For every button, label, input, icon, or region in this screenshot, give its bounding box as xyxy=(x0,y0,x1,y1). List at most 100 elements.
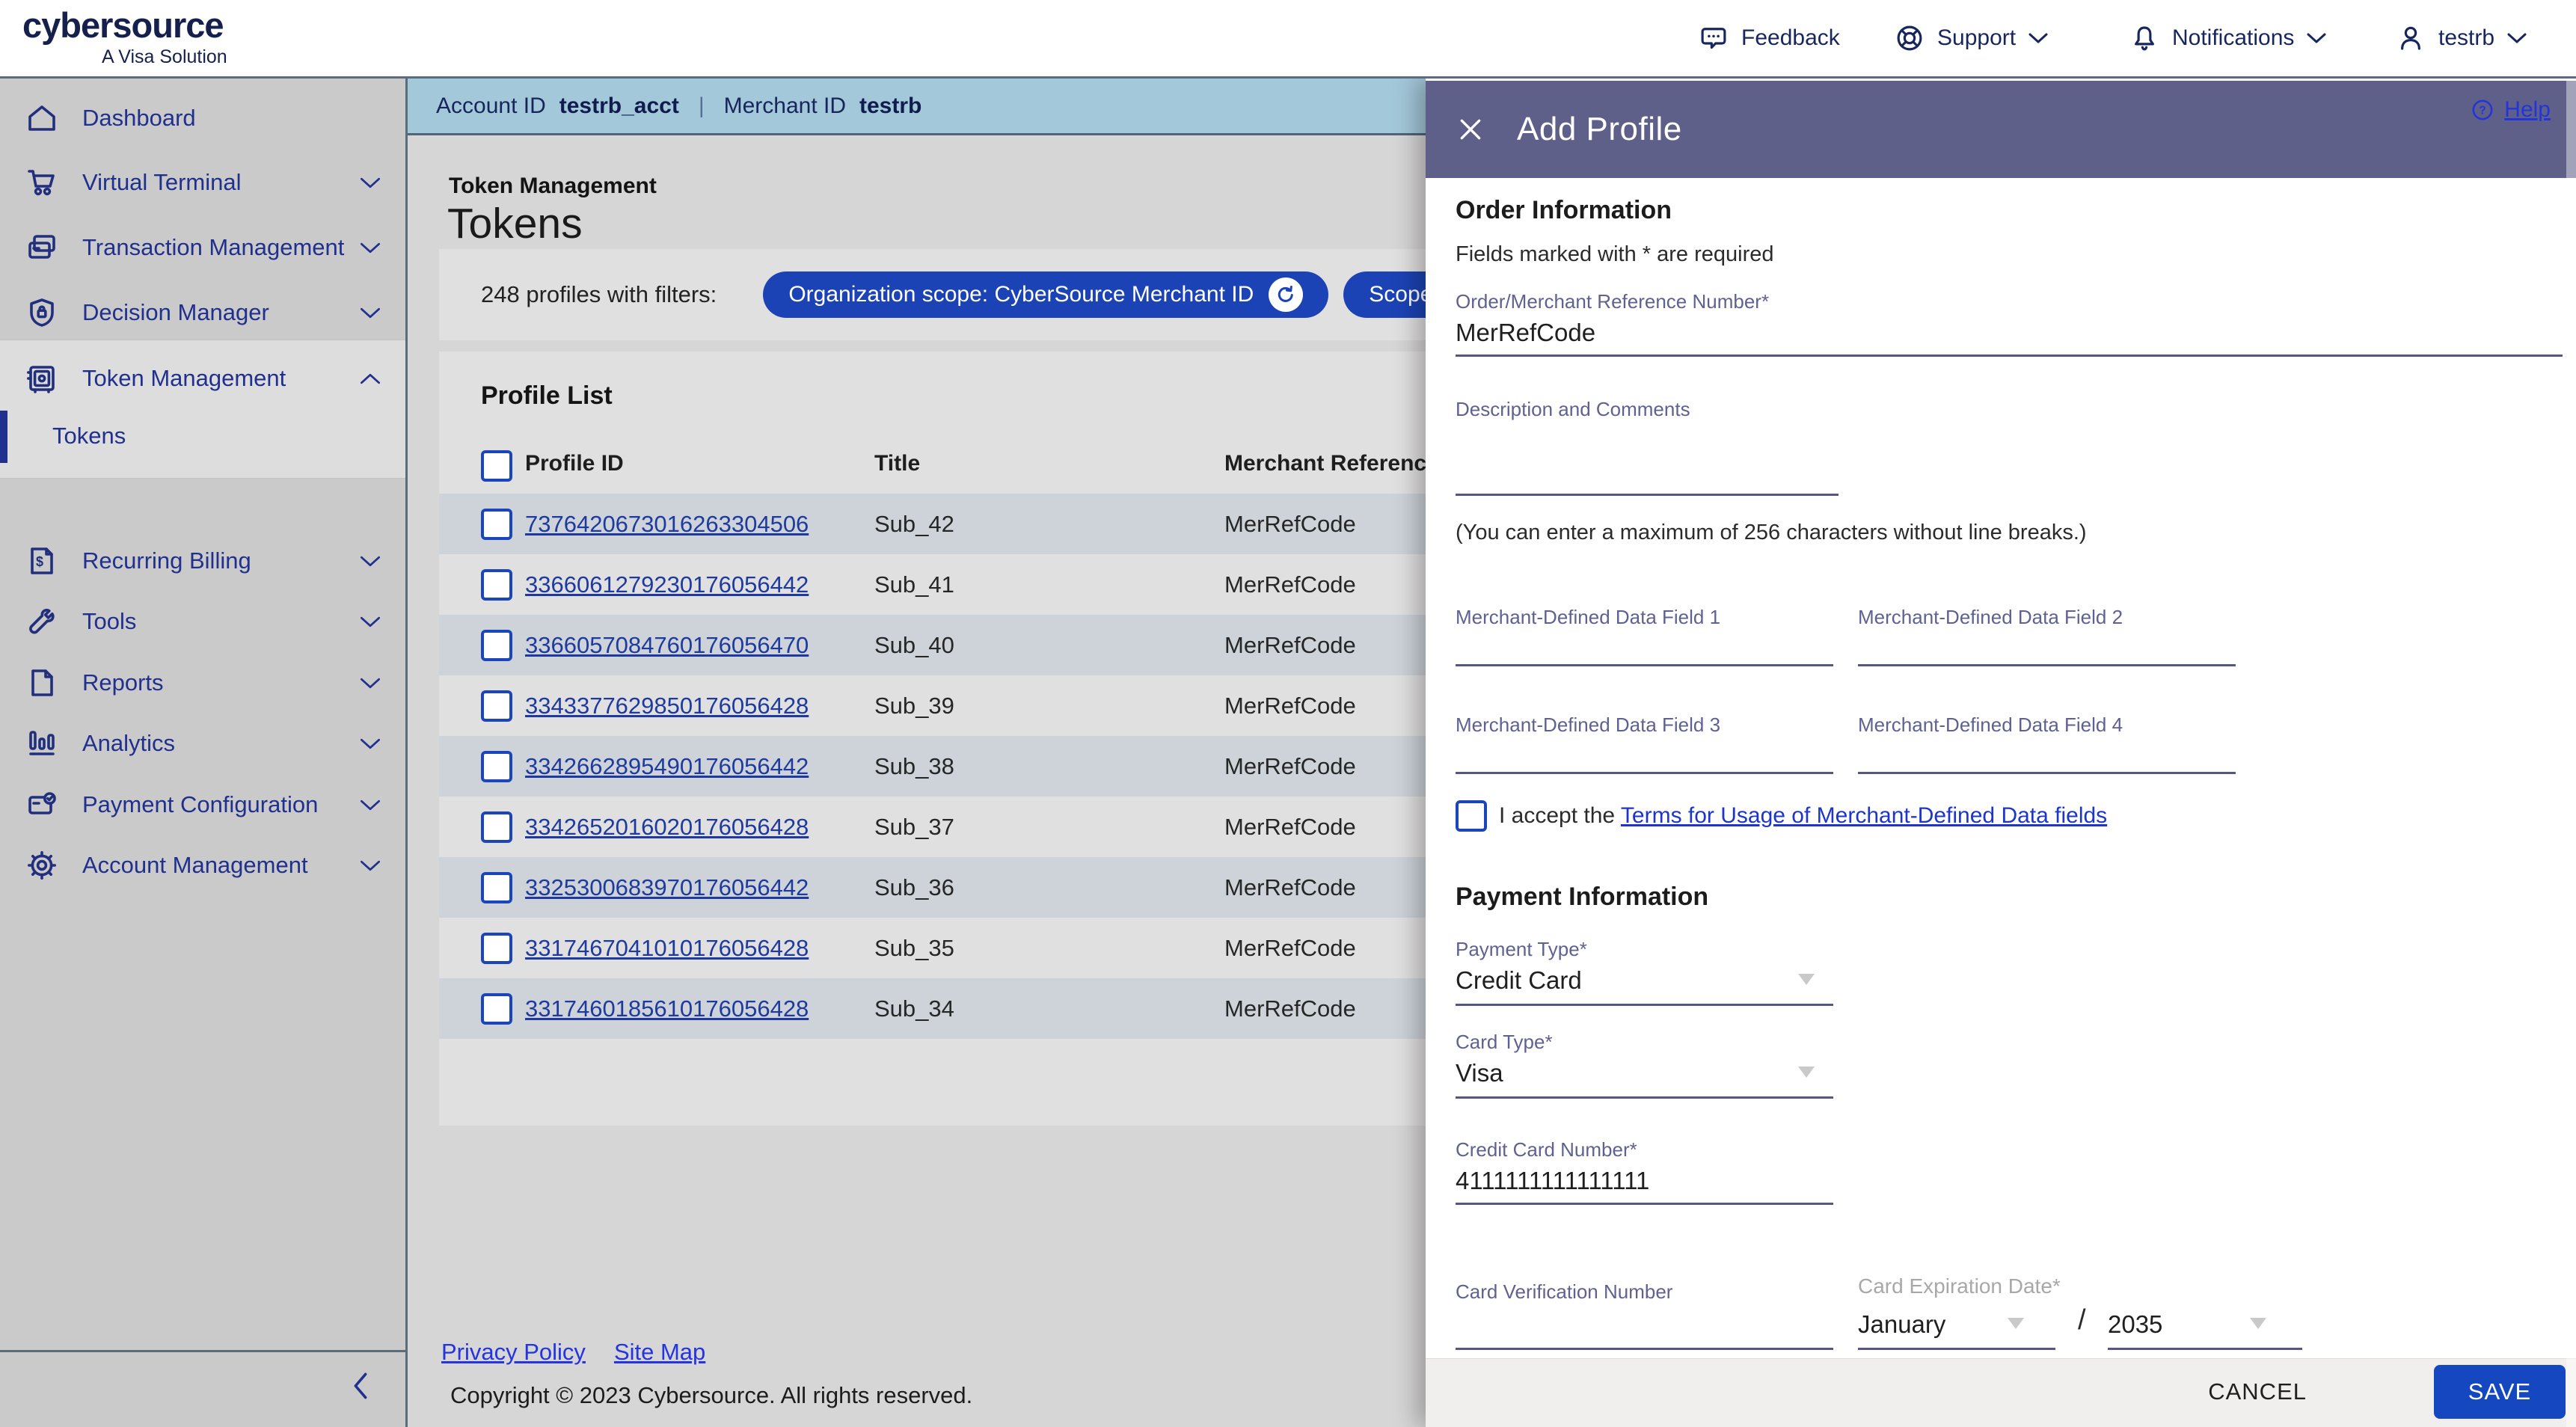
merchant-id-label: Merchant ID xyxy=(724,93,846,119)
user-avatar-icon xyxy=(2395,22,2426,54)
column-header-title[interactable]: Title xyxy=(874,451,920,476)
column-header-profile-id[interactable]: Profile ID xyxy=(525,451,624,476)
org-scope-filter-chip[interactable]: Organization scope: CyberSource Merchant… xyxy=(763,271,1328,318)
profile-title: Sub_34 xyxy=(874,995,954,1022)
profile-id-link[interactable]: 3317467041010176056428 xyxy=(525,935,809,962)
cancel-button[interactable]: CANCEL xyxy=(2208,1378,2307,1405)
sidebar-item-label: Recurring Billing xyxy=(82,547,251,574)
chevron-down-icon xyxy=(359,306,381,320)
sidebar-item-reports[interactable]: Reports xyxy=(0,650,405,716)
chevron-down-icon xyxy=(359,554,381,568)
privacy-policy-link[interactable]: Privacy Policy xyxy=(441,1339,586,1366)
drawer-scrollbar[interactable] xyxy=(2566,81,2576,1427)
merchant-ref-value: MerRefCode xyxy=(1224,511,1356,538)
svg-text:$: $ xyxy=(36,554,43,569)
help-label: Help xyxy=(2504,97,2551,123)
logo-tagline: A Visa Solution xyxy=(102,46,227,68)
profile-id-link[interactable]: 3317460185610176056428 xyxy=(525,995,809,1022)
card-type-underline xyxy=(1456,1067,1833,1099)
sidebar-item-analytics[interactable]: Analytics xyxy=(0,711,405,776)
row-checkbox[interactable] xyxy=(481,569,512,601)
order-information-heading: Order Information xyxy=(1456,196,1672,225)
sidebar-item-virtual-terminal[interactable]: Virtual Terminal xyxy=(0,150,405,215)
merchant-ref-value: MerRefCode xyxy=(1224,935,1356,962)
sidebar-item-decision-manager[interactable]: Decision Manager xyxy=(0,280,405,346)
description-input[interactable] xyxy=(1456,464,1839,496)
merchant-ref-value: MerRefCode xyxy=(1224,571,1356,598)
row-checkbox[interactable] xyxy=(481,690,512,722)
terms-checkbox[interactable] xyxy=(1456,800,1487,832)
wrench-icon xyxy=(24,604,60,639)
profile-id-link[interactable]: 3342662895490176056442 xyxy=(525,753,809,780)
sidebar-subitem-tokens[interactable]: Tokens xyxy=(0,403,405,469)
profile-title: Sub_38 xyxy=(874,753,954,780)
page-title: Tokens xyxy=(447,199,583,248)
profile-title: Sub_35 xyxy=(874,935,954,962)
mddf3-input[interactable] xyxy=(1456,742,1833,774)
profile-id-link[interactable]: 7376420673016263304506 xyxy=(525,511,809,538)
sidebar-item-payment-configuration[interactable]: Payment Configuration xyxy=(0,772,405,838)
save-button[interactable]: SAVE xyxy=(2434,1365,2566,1419)
support-menu[interactable]: Support xyxy=(1894,0,2049,76)
notifications-menu[interactable]: Notifications xyxy=(2129,0,2327,76)
close-icon[interactable] xyxy=(1456,114,1485,144)
description-note: (You can enter a maximum of 256 characte… xyxy=(1456,521,2087,545)
profile-title: Sub_42 xyxy=(874,511,954,538)
help-link[interactable]: ? Help xyxy=(2470,97,2551,123)
mddf2-input[interactable] xyxy=(1858,634,2236,666)
mddf2-label: Merchant-Defined Data Field 2 xyxy=(1858,606,2123,629)
profile-id-link[interactable]: 3343377629850176056428 xyxy=(525,693,809,719)
profile-id-link[interactable]: 3366057084760176056470 xyxy=(525,632,809,659)
sidebar-item-label: Token Management xyxy=(82,365,286,392)
chevron-up-icon xyxy=(359,372,381,386)
row-checkbox[interactable] xyxy=(481,933,512,964)
select-all-checkbox[interactable] xyxy=(481,450,512,482)
row-checkbox[interactable] xyxy=(481,509,512,540)
chevron-down-icon xyxy=(359,176,381,190)
merchant-ref-value: MerRefCode xyxy=(1224,874,1356,901)
sidebar-item-token-management[interactable]: Token Management xyxy=(0,346,405,411)
sidebar-item-transaction-management[interactable]: Transaction Management xyxy=(0,215,405,280)
chevron-left-icon xyxy=(349,1371,372,1401)
sidebar-item-tools[interactable]: Tools xyxy=(0,589,405,654)
mddf1-input[interactable] xyxy=(1456,634,1833,666)
sidebar-subitem-label: Tokens xyxy=(52,423,126,449)
sidebar-item-dashboard[interactable]: Dashboard xyxy=(0,85,405,151)
top-header: cybersource A Visa Solution Feedback xyxy=(0,0,2576,79)
terms-link[interactable]: Terms for Usage of Merchant-Defined Data… xyxy=(1621,803,2107,828)
account-id-value: testrb_acct xyxy=(559,93,679,119)
row-checkbox[interactable] xyxy=(481,751,512,782)
row-checkbox[interactable] xyxy=(481,811,512,843)
chevron-down-icon xyxy=(2506,31,2527,45)
section-title: Token Management xyxy=(449,174,657,199)
row-checkbox[interactable] xyxy=(481,630,512,661)
drawer-header: Add Profile xyxy=(1426,81,2576,178)
feedback-button[interactable]: Feedback xyxy=(1698,0,1840,76)
row-checkbox[interactable] xyxy=(481,993,512,1025)
sidebar-item-account-management[interactable]: Account Management xyxy=(0,832,405,898)
sidebar-collapse-button[interactable] xyxy=(349,1371,372,1401)
support-lifebuoy-icon xyxy=(1894,22,1925,54)
merchant-ref-value: MerRefCode xyxy=(1224,693,1356,719)
mddf4-input[interactable] xyxy=(1858,742,2236,774)
row-checkbox[interactable] xyxy=(481,872,512,903)
mddf3-label: Merchant-Defined Data Field 3 xyxy=(1456,714,1720,737)
profile-id-link[interactable]: 3366061279230176056442 xyxy=(525,571,809,598)
site-map-link[interactable]: Site Map xyxy=(614,1339,705,1366)
order-ref-underline xyxy=(1456,325,2563,357)
support-label: Support xyxy=(1937,25,2016,51)
user-menu[interactable]: testrb xyxy=(2395,0,2527,76)
sidebar-item-recurring-billing[interactable]: $ Recurring Billing xyxy=(0,528,405,594)
feedback-label: Feedback xyxy=(1741,25,1840,51)
merchant-ref-value: MerRefCode xyxy=(1224,814,1356,841)
card-number-underline xyxy=(1456,1173,1833,1205)
merchant-ref-value: MerRefCode xyxy=(1224,753,1356,780)
chevron-down-icon xyxy=(359,615,381,629)
profile-id-link[interactable]: 3342652016020176056428 xyxy=(525,814,809,841)
profile-id-link[interactable]: 3325300683970176056442 xyxy=(525,874,809,901)
refresh-icon[interactable] xyxy=(1269,277,1303,312)
cvn-input[interactable] xyxy=(1456,1318,1833,1350)
breadcrumb-separator: | xyxy=(699,93,705,119)
sidebar-item-label: Reports xyxy=(82,669,164,696)
profile-title: Sub_37 xyxy=(874,814,954,841)
